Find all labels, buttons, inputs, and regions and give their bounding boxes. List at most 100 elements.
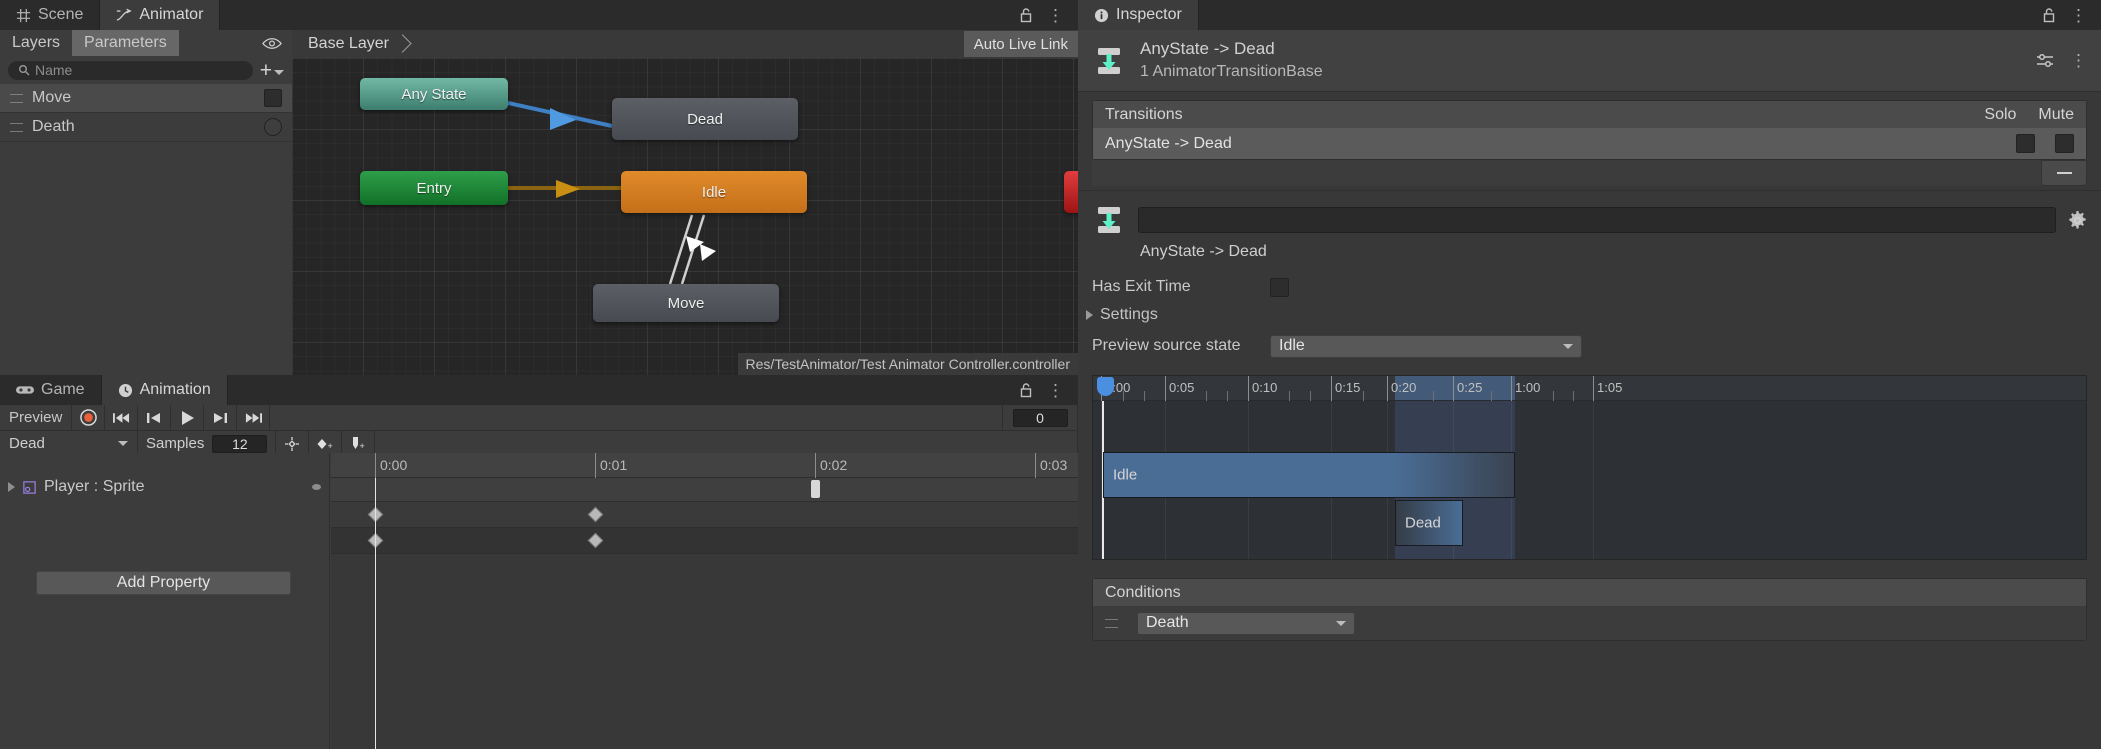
kebab-menu-icon[interactable]: ⋮ [1047,382,1064,399]
add-parameter-button[interactable]: + [260,60,284,81]
expand-triangle-icon[interactable] [8,482,15,492]
samples-input[interactable]: 12 [212,434,268,453]
condition-row[interactable]: Death [1093,606,2086,640]
transition-detail-subtitle: AnyState -> Dead [1140,243,1267,260]
transition-list-row[interactable]: AnyState -> Dead [1093,128,2086,159]
timeline-tick: 0:02 [815,453,847,478]
record-icon[interactable] [72,405,106,430]
samples-label: Samples [146,435,205,452]
state-node-label: Any State [401,85,467,103]
drag-handle-icon[interactable] [10,122,23,132]
preview-source-state-value: Idle [1279,337,1305,354]
condition-parameter-dropdown[interactable]: Death [1137,611,1355,635]
events-band[interactable] [331,478,1078,502]
state-node-exit[interactable] [1064,171,1078,213]
has-exit-time-checkbox[interactable] [1270,277,1289,297]
inspector-tabbar-right: ⋮ [1198,0,2101,30]
graph-tick-label: 0:15 [1335,380,1361,395]
skip-to-start-icon[interactable] [105,405,139,430]
prev-keyframe-icon[interactable] [138,405,172,430]
state-node-idle[interactable]: Idle [621,171,807,213]
tab-game[interactable]: Game [0,375,102,405]
tab-scene[interactable]: Scene [0,0,101,30]
current-frame-input[interactable]: 0 [1012,408,1068,427]
add-property-button[interactable]: Add Property [36,571,291,595]
transition-graph-ruler[interactable]: 0:00 0:05 0:10 0:15 0:20 0:25 1:00 1:05 [1093,376,2086,401]
parameter-row-death[interactable]: Death [0,113,292,142]
kebab-menu-icon[interactable]: ⋮ [2070,52,2087,69]
hierarchy-row-player-sprite[interactable]: Player : Sprite [0,473,329,501]
source-clip-block[interactable]: Idle [1103,452,1515,498]
graph-breadcrumb-bar: Base Layer Auto Live Link [292,30,1078,58]
lock-icon[interactable] [2042,7,2056,23]
curve-toggle-icon[interactable] [312,484,321,490]
skip-to-end-icon[interactable] [237,405,271,430]
timeline-tick: 0:03 [1035,453,1067,478]
parameter-trigger-radio[interactable] [264,118,282,136]
hierarchy-row-label: Player : Sprite [44,478,145,495]
kebab-menu-icon[interactable]: ⋮ [2070,7,2087,24]
transition-playhead-handle[interactable] [1097,377,1114,396]
preview-source-state-dropdown[interactable]: Idle [1270,334,1582,358]
playhead-handle[interactable] [811,480,820,498]
foldout-triangle-icon[interactable] [1086,310,1093,320]
search-input[interactable]: Name [8,60,253,80]
tab-layers[interactable]: Layers [0,30,72,56]
tab-inspector[interactable]: Inspector [1078,0,1199,30]
add-parameter-label: + [259,58,272,82]
lock-icon[interactable] [1019,382,1033,398]
keyframe-band-summary[interactable] [331,502,1078,528]
transition-name-input[interactable] [1138,207,2056,233]
tab-animator[interactable]: Animator [100,0,221,30]
solo-checkbox[interactable] [2016,134,2035,153]
transition-preview-graph[interactable]: 0:00 0:05 0:10 0:15 0:20 0:25 1:00 1:05 [1092,375,2087,560]
settings-foldout[interactable]: Settings [1078,301,2101,329]
inspector-subtitle: 1 AnimatorTransitionBase [1140,63,1323,81]
graph-tick: 0:15 [1331,376,1360,401]
mute-checkbox[interactable] [2055,134,2074,153]
playhead-line[interactable] [375,478,376,749]
graph-tick: 0:20 [1387,376,1416,401]
auto-live-link-button[interactable]: Auto Live Link [963,31,1078,57]
transition-icon [1092,44,1126,78]
eye-icon[interactable] [262,37,282,50]
tab-animation[interactable]: Animation [101,375,228,405]
conditions-section: Conditions Death [1092,578,2087,641]
state-node-label: Move [667,294,705,312]
state-node-move[interactable]: Move [593,284,779,322]
preview-source-state-label: Preview source state [1092,337,1241,354]
animation-timeline[interactable]: 0:00 0:01 0:02 0:03 [331,453,1078,749]
state-node-entry[interactable]: Entry [360,171,508,205]
play-icon[interactable] [171,405,205,430]
state-machine-graph[interactable]: Any State Dead Entry Idle Move Res/TestA… [292,58,1078,375]
drag-handle-icon[interactable] [10,93,23,103]
state-node-dead[interactable]: Dead [612,98,798,140]
destination-clip-block[interactable]: Dead [1395,500,1463,546]
transitions-list-footer [1092,160,2087,186]
tab-parameters[interactable]: Parameters [72,30,179,56]
animation-timeline-ruler[interactable]: 0:00 0:01 0:02 0:03 [331,453,1078,478]
animation-timeline-body[interactable] [331,478,1078,749]
timeline-tick-label: 0:03 [1040,457,1068,473]
layers-parameters-tabs: Layers Parameters [0,30,292,56]
preset-icon[interactable] [2036,53,2054,69]
remove-transition-button[interactable] [2041,160,2087,186]
inspector-header-actions: ⋮ [2036,52,2087,69]
chevron-down-icon [1336,620,1346,626]
drag-handle-icon[interactable] [1105,618,1118,628]
breadcrumb[interactable]: Base Layer [292,30,415,58]
preview-button[interactable]: Preview [0,405,73,430]
state-node-any-state[interactable]: Any State [360,78,508,110]
graph-tick-label: 1:05 [1597,380,1623,395]
transition-row-label: AnyState -> Dead [1105,134,1232,152]
parameter-search-row: Name + [0,56,292,84]
destination-clip-label: Dead [1405,514,1441,532]
next-keyframe-icon[interactable] [204,405,238,430]
parameter-row-move[interactable]: Move [0,84,292,113]
lock-icon[interactable] [1019,7,1033,23]
parameter-bool-checkbox[interactable] [264,89,282,107]
kebab-menu-icon[interactable]: ⋮ [1047,7,1064,24]
parameter-name: Death [32,118,75,135]
keyframe-band-sprite[interactable] [331,528,1078,554]
gear-icon[interactable] [2068,210,2087,230]
